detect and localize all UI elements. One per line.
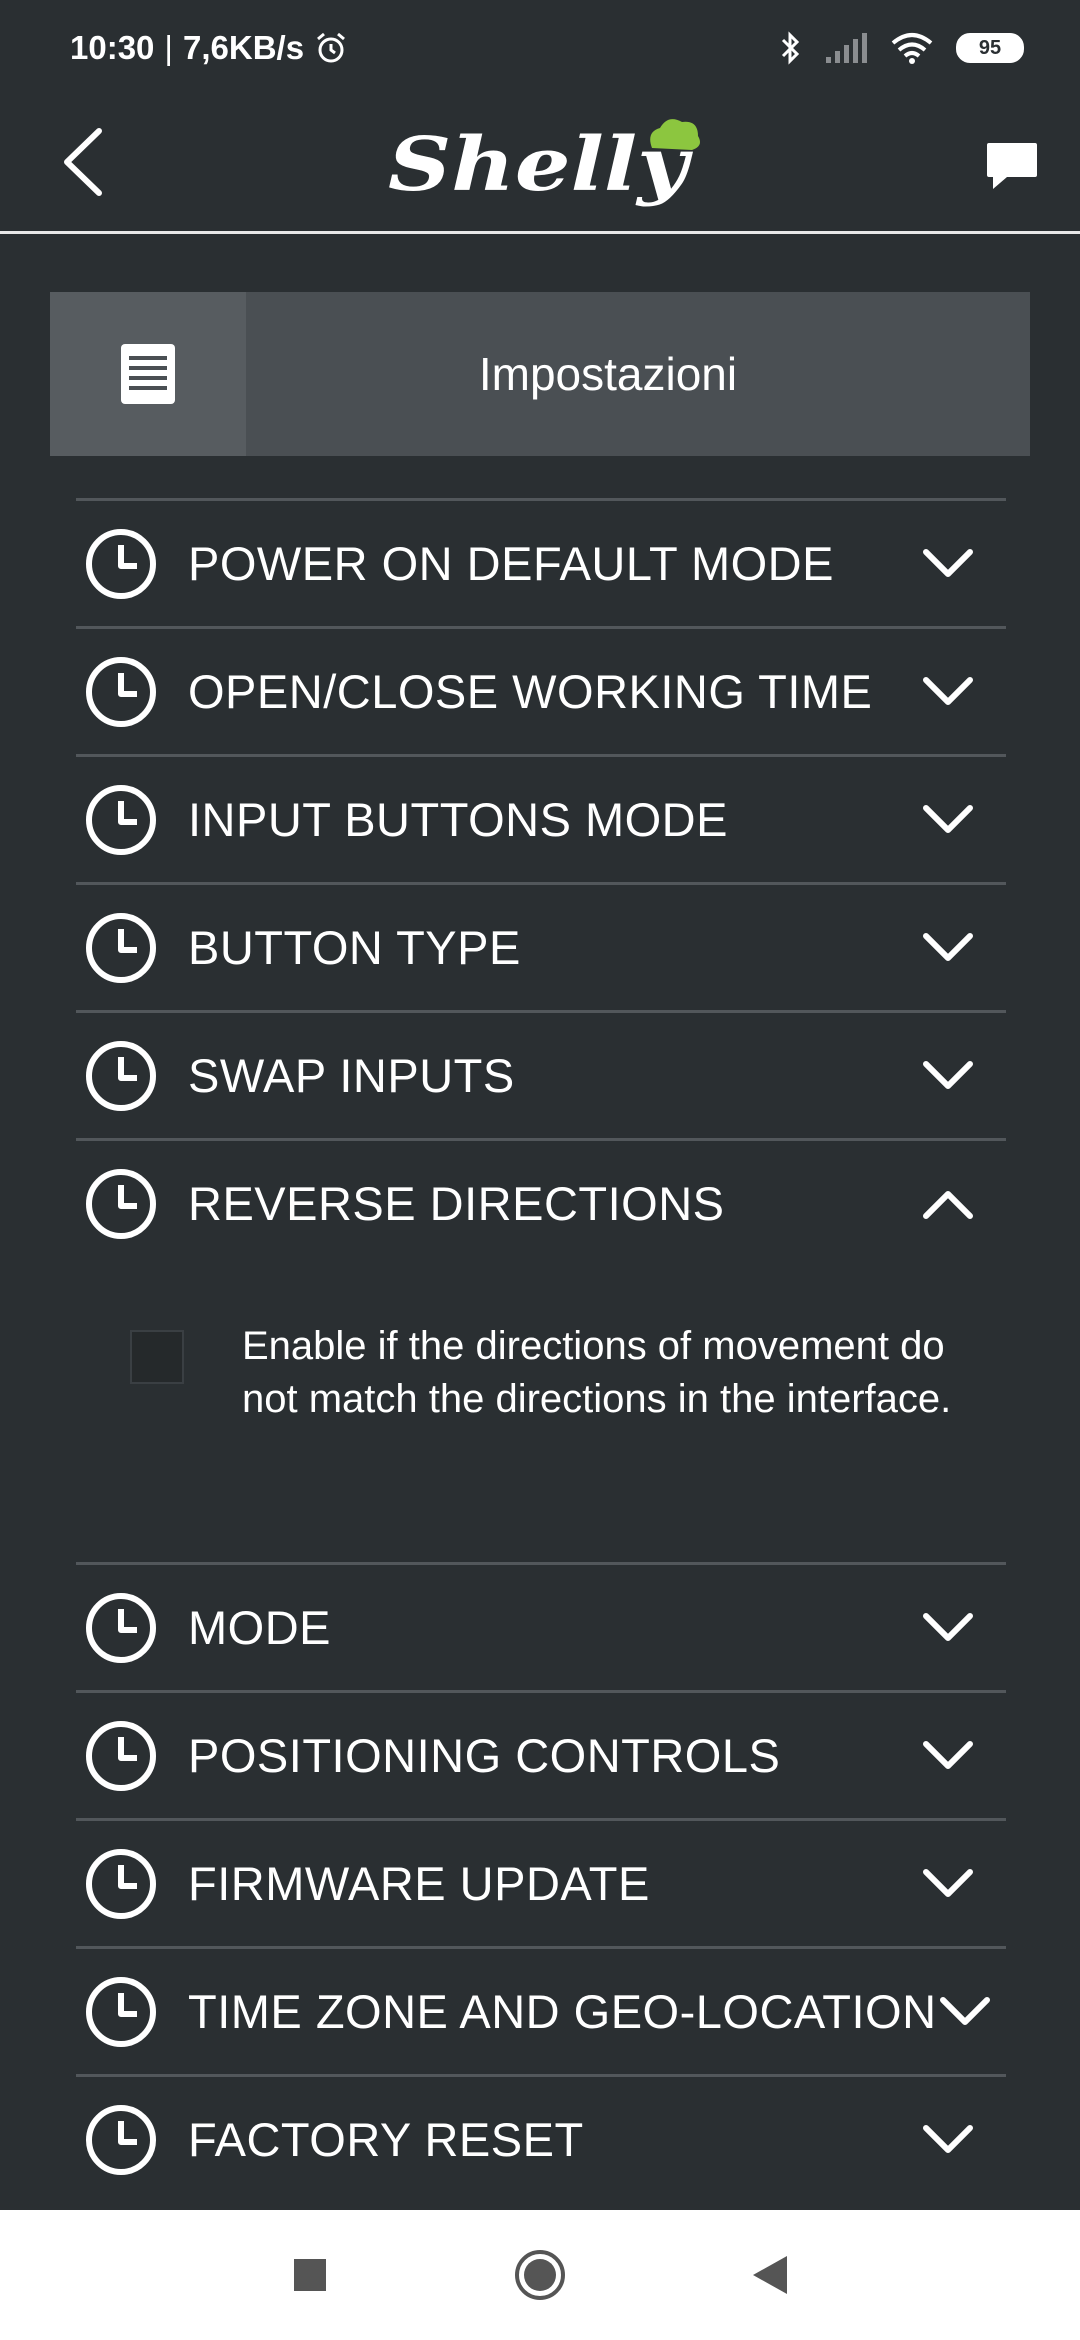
bluetooth-icon (781, 31, 800, 65)
setting-factory-reset[interactable]: FACTORY RESET (76, 2074, 1006, 2202)
setting-label: BUTTON TYPE (188, 921, 521, 974)
home-button[interactable] (500, 2235, 580, 2315)
settings-title: Impostazioni (478, 348, 738, 400)
setting-label: POWER ON DEFAULT MODE (188, 537, 834, 590)
reverse-directions-panel: Enable if the directions of movement do … (76, 1266, 1006, 1562)
wifi-icon (891, 33, 933, 64)
chevron-down-icon (923, 676, 973, 705)
setting-swap-inputs[interactable]: SWAP INPUTS (76, 1010, 1006, 1138)
status-left: 10:30 | 7,6KB/s (70, 29, 348, 67)
clock-icon (86, 1592, 156, 1663)
brand-wordmark: Shelly (388, 122, 694, 208)
setting-input-buttons-mode[interactable]: INPUT BUTTONS MODE (76, 754, 1006, 882)
setting-label: TIME ZONE AND GEO-LOCATION (188, 1985, 937, 2038)
recents-button[interactable] (270, 2235, 350, 2315)
setting-label: POSITIONING CONTROLS (188, 1729, 781, 1782)
status-separator: | (164, 29, 173, 66)
clock-icon (86, 1976, 156, 2047)
settings-list: POWER ON DEFAULT MODE OPEN/CLOSE WORKING… (76, 498, 1006, 2202)
app-bar: Shelly (0, 96, 1080, 234)
status-time: 10:30 (70, 29, 155, 66)
status-bar: 10:30 | 7,6KB/s 95 (0, 0, 1080, 96)
clock-icon (86, 1040, 156, 1111)
clock-icon (86, 1848, 156, 1919)
reverse-directions-description: Enable if the directions of movement do … (242, 1324, 952, 1421)
clock-icon (86, 784, 156, 855)
setting-label: INPUT BUTTONS MODE (188, 793, 728, 846)
setting-positioning-controls[interactable]: POSITIONING CONTROLS (76, 1690, 1006, 1818)
clock-icon (86, 2104, 156, 2175)
chevron-left-icon (64, 128, 102, 196)
setting-label: SWAP INPUTS (188, 1049, 515, 1102)
home-circle-icon (515, 2250, 565, 2300)
setting-mode[interactable]: MODE (76, 1562, 1006, 1690)
settings-header: Impostazioni (50, 292, 1030, 456)
chevron-down-icon (923, 804, 973, 833)
setting-power-on-default-mode[interactable]: POWER ON DEFAULT MODE (76, 498, 1006, 626)
setting-label: FIRMWARE UPDATE (188, 1857, 650, 1910)
clock-icon (86, 528, 156, 599)
chat-bubble-icon (987, 143, 1037, 189)
clock-icon (86, 656, 156, 727)
back-triangle-icon (753, 2256, 787, 2294)
system-nav-bar (0, 2210, 1080, 2340)
setting-firmware-update[interactable]: FIRMWARE UPDATE (76, 1818, 1006, 1946)
chevron-down-icon (923, 1868, 973, 1897)
signal-icon (826, 33, 867, 63)
chevron-down-icon (923, 2124, 973, 2153)
settings-header-icon-box (50, 292, 246, 456)
setting-open-close-working-time[interactable]: OPEN/CLOSE WORKING TIME (76, 626, 1006, 754)
setting-label: OPEN/CLOSE WORKING TIME (188, 665, 873, 718)
clock-icon (86, 912, 156, 983)
reverse-directions-checkbox[interactable] (130, 1330, 184, 1384)
screen: 10:30 | 7,6KB/s 95 Shelly Impostazioni P… (0, 0, 1080, 2340)
chevron-down-icon (923, 932, 973, 961)
battery-icon: 95 (956, 33, 1024, 63)
back-button[interactable] (40, 120, 124, 204)
battery-level: 95 (978, 36, 1002, 59)
clock-icon (86, 1720, 156, 1791)
setting-button-type[interactable]: BUTTON TYPE (76, 882, 1006, 1010)
chevron-down-icon (923, 548, 973, 577)
chat-button[interactable] (970, 124, 1054, 208)
clock-icon (86, 1168, 156, 1239)
recents-square-icon (294, 2259, 326, 2291)
document-icon (121, 344, 175, 404)
chevron-up-icon (923, 1190, 973, 1219)
setting-time-zone-geo-location[interactable]: TIME ZONE AND GEO-LOCATION (76, 1946, 1006, 2074)
setting-label: MODE (188, 1601, 331, 1654)
setting-reverse-directions[interactable]: REVERSE DIRECTIONS (76, 1138, 1006, 1266)
chevron-down-icon (939, 1996, 990, 2025)
alarm-icon (317, 32, 346, 63)
setting-label: REVERSE DIRECTIONS (188, 1177, 725, 1230)
shelly-logo: Shelly (388, 119, 700, 208)
chevron-down-icon (923, 1060, 973, 1089)
chevron-down-icon (923, 1612, 973, 1641)
system-back-button[interactable] (730, 2235, 810, 2315)
setting-label: FACTORY RESET (188, 2113, 584, 2166)
chevron-down-icon (923, 1740, 973, 1769)
status-speed: 7,6KB/s (182, 29, 305, 66)
status-right: 95 (780, 30, 1024, 66)
